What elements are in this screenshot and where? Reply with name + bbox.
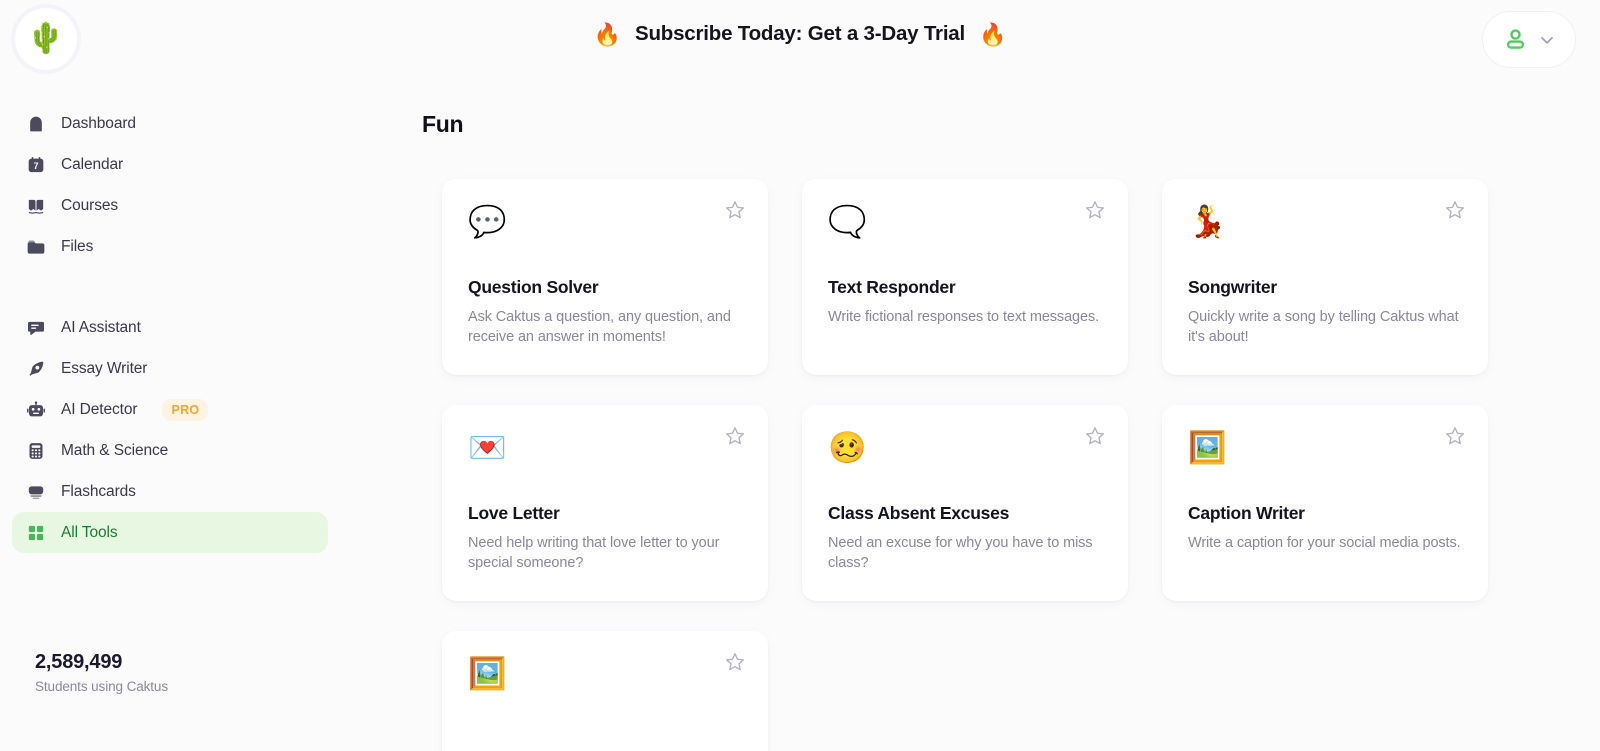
sidebar-item-label: AI Assistant <box>61 318 141 336</box>
tool-card-description: Write fictional responses to text messag… <box>828 309 1100 325</box>
grid-icon <box>25 522 46 543</box>
favorite-star-icon[interactable] <box>724 199 746 221</box>
sidebar-item-label: Dashboard <box>61 114 136 132</box>
mariachi-singer-emoji: 💃 <box>1188 204 1227 240</box>
tool-card-description: Need an excuse for why you have to miss … <box>828 535 1093 571</box>
sidebar-item-label: All Tools <box>61 523 118 541</box>
fire-icon-right: 🔥 <box>979 23 1007 48</box>
favorite-star-icon[interactable] <box>1084 425 1106 447</box>
students-stat-label: Students using Caktus <box>35 679 168 694</box>
tool-card-title: Class Absent Excuses <box>828 503 1010 523</box>
tool-card-title: Text Responder <box>828 277 956 297</box>
tool-card-description: Quickly write a song by telling Caktus w… <box>1188 309 1459 345</box>
folder-icon <box>25 236 46 257</box>
sidebar-item-calendar[interactable]: 7 Calendar <box>12 144 328 185</box>
woozy-face-emoji: 🥴 <box>828 430 867 466</box>
sidebar-item-label: Courses <box>61 196 119 214</box>
tool-card-partial[interactable]: 🖼️ <box>442 631 768 751</box>
speech-balloon-emoji: 💬 <box>468 204 507 240</box>
tool-card-songwriter[interactable]: 💃 Songwriter Quickly write a song by tel… <box>1162 179 1488 375</box>
sidebar-item-all-tools[interactable]: All Tools <box>12 512 328 553</box>
sidebar-item-essay-writer[interactable]: Essay Writer <box>12 348 328 389</box>
sidebar-item-ai-detector[interactable]: AI Detector PRO <box>12 389 328 430</box>
sidebar-secondary-group: AI Assistant Essay Writer AI Detector PR… <box>0 307 340 553</box>
home-icon <box>25 113 46 134</box>
page-title: Fun <box>422 111 464 137</box>
sidebar-item-courses[interactable]: Courses <box>12 185 328 226</box>
promo-banner[interactable]: 🔥 Subscribe Today: Get a 3-Day Trial 🔥 <box>0 22 1600 48</box>
favorite-star-icon[interactable] <box>1444 425 1466 447</box>
framed-picture-emoji: 🖼️ <box>1188 430 1227 466</box>
sidebar-item-ai-assistant[interactable]: AI Assistant <box>12 307 328 348</box>
sidebar-item-dashboard[interactable]: Dashboard <box>12 103 328 144</box>
sidebar-item-label: Math & Science <box>61 441 169 459</box>
sidebar: Dashboard 7 Calendar Courses Files AI As… <box>0 80 340 751</box>
sidebar-item-label: AI Detector <box>61 400 138 418</box>
top-bar: 🌵 🔥 Subscribe Today: Get a 3-Day Trial 🔥 <box>0 0 1600 80</box>
tool-card-title: Caption Writer <box>1188 503 1305 523</box>
favorite-star-icon[interactable] <box>724 425 746 447</box>
students-stat: 2,589,499 Students using Caktus <box>35 651 168 694</box>
flashcards-icon <box>25 481 46 502</box>
tool-card-description: Write a caption for your social media po… <box>1188 535 1461 551</box>
love-letter-emoji: 💌 <box>468 430 507 466</box>
tool-card-text-responder[interactable]: 🗨️ Text Responder Write fictional respon… <box>802 179 1128 375</box>
robot-icon <box>25 399 46 420</box>
tool-card-question-solver[interactable]: 💬 Question Solver Ask Caktus a question,… <box>442 179 768 375</box>
book-icon <box>25 195 46 216</box>
sidebar-item-flashcards[interactable]: Flashcards <box>12 471 328 512</box>
chat-icon <box>25 317 46 338</box>
students-stat-number: 2,589,499 <box>35 651 123 673</box>
favorite-star-icon[interactable] <box>1444 199 1466 221</box>
tool-card-caption-writer[interactable]: 🖼️ Caption Writer Write a caption for yo… <box>1162 405 1488 601</box>
chevron-down-icon <box>1537 30 1557 50</box>
calculator-icon <box>25 440 46 461</box>
tool-card-title: Love Letter <box>468 503 560 523</box>
tool-card-description: Ask Caktus a question, any question, and… <box>468 309 731 345</box>
sidebar-item-label: Files <box>61 237 94 255</box>
sidebar-item-math-science[interactable]: Math & Science <box>12 430 328 471</box>
sidebar-item-files[interactable]: Files <box>12 226 328 267</box>
framed-picture-emoji: 🖼️ <box>468 656 507 692</box>
account-menu-button[interactable] <box>1482 11 1576 68</box>
tool-card-class-absent-excuses[interactable]: 🥴 Class Absent Excuses Need an excuse fo… <box>802 405 1128 601</box>
fire-icon-left: 🔥 <box>593 23 621 48</box>
tool-card-title: Question Solver <box>468 277 599 297</box>
pro-badge: PRO <box>162 398 209 421</box>
sidebar-item-label: Flashcards <box>61 482 136 500</box>
pen-nib-icon <box>25 358 46 379</box>
tools-grid: 💬 Question Solver Ask Caktus a question,… <box>442 179 1494 751</box>
svg-text:7: 7 <box>33 161 38 171</box>
tool-card-love-letter[interactable]: 💌 Love Letter Need help writing that lov… <box>442 405 768 601</box>
user-icon <box>1502 26 1529 53</box>
tool-card-description: Need help writing that love letter to yo… <box>468 535 720 571</box>
text-messages-emoji: 🗨️ <box>828 204 867 240</box>
favorite-star-icon[interactable] <box>724 651 746 673</box>
sidebar-item-label: Essay Writer <box>61 359 148 377</box>
favorite-star-icon[interactable] <box>1084 199 1106 221</box>
sidebar-item-label: Calendar <box>61 155 124 173</box>
calendar-icon: 7 <box>25 154 46 175</box>
app-root: 🌵 🔥Subscribe Today: Get a 3-Day Trial🔥 <box>0 0 1600 751</box>
promo-banner-text: Subscribe Today: Get a 3-Day Trial <box>634 22 966 45</box>
main-content: Fun 💬 Question Solver Ask Caktus a quest… <box>340 80 1600 751</box>
sidebar-primary-group: Dashboard 7 Calendar Courses Files <box>0 103 340 267</box>
tool-card-title: Songwriter <box>1188 277 1277 297</box>
